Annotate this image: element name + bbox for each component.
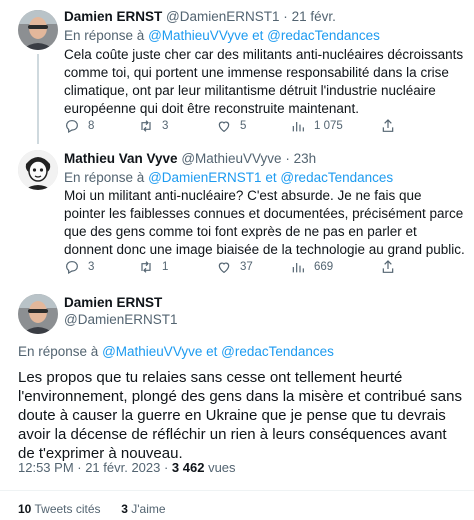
- retweet-button[interactable]: 3: [138, 118, 168, 134]
- reply-and: et: [206, 344, 218, 359]
- heart-icon: [218, 121, 230, 133]
- author-handle-text: @DamienERNST1: [64, 312, 178, 327]
- reply-context: En réponse à @MathieuVVyve et @redacTend…: [18, 344, 334, 359]
- views-count: 669: [314, 261, 334, 273]
- mention-link[interactable]: @MathieuVVyve: [102, 344, 202, 359]
- reply-prefix: En réponse à: [18, 344, 99, 359]
- tweet-damien-focused: Damien ERNST @DamienERNST1 En réponse à …: [0, 286, 474, 520]
- retweet-count: 1: [162, 261, 169, 273]
- author-name-text: Damien ERNST: [64, 295, 163, 310]
- tweet-date[interactable]: 21 févr.: [292, 9, 336, 24]
- avatar-damien-image: [18, 294, 58, 334]
- reply-button[interactable]: 3: [64, 259, 94, 275]
- views-label: vues: [204, 460, 236, 475]
- reply-and: et: [252, 28, 264, 43]
- author-handle[interactable]: @DamienERNST1: [64, 312, 177, 327]
- mention-link[interactable]: @DamienERNST1: [148, 170, 261, 185]
- avatar-damien[interactable]: [18, 294, 58, 334]
- mention-link[interactable]: @redacTendances: [221, 344, 334, 359]
- like-button[interactable]: 5: [216, 118, 246, 134]
- share-button[interactable]: [380, 259, 396, 275]
- tweet-damien-1[interactable]: Damien ERNST @DamienERNST1 · 21 févr. En…: [0, 0, 474, 144]
- reply-and: et: [265, 170, 277, 185]
- tweet-meta: 12:53 PM · 21 févr. 2023 · 3 462 vues: [18, 460, 236, 475]
- like-button[interactable]: 37: [216, 259, 253, 275]
- reply-count: 3: [88, 261, 95, 273]
- retweet-count: 3: [162, 120, 169, 132]
- tweet-header: Damien ERNST @DamienERNST1 · 21 févr.: [64, 9, 336, 24]
- engagement-stats: 10 Tweets cités 3 J'aime: [18, 502, 166, 516]
- like-count: 5: [240, 120, 247, 132]
- header-separator: ·: [283, 9, 288, 24]
- thread-connector-line: [37, 54, 39, 144]
- likes-label: J'aime: [131, 502, 166, 516]
- avatar-damien-image: [18, 10, 58, 50]
- quotes-count: 10: [18, 502, 32, 516]
- reply-button[interactable]: 8: [64, 118, 94, 134]
- tweet-actions: 8 3 5 1 075: [64, 118, 464, 134]
- views-button[interactable]: 669: [290, 259, 333, 275]
- tweet-mathieu[interactable]: Mathieu Van Vyve @MathieuVVyve · 23h En …: [0, 143, 474, 286]
- tweet-header: Mathieu Van Vyve @MathieuVVyve · 23h: [64, 151, 316, 166]
- retweet-icon: [141, 120, 151, 132]
- mention-link[interactable]: @MathieuVVyve: [148, 28, 248, 43]
- tweet-actions: 3 1 37 669: [64, 259, 464, 275]
- avatar-mathieu-image: [18, 150, 58, 190]
- retweet-button[interactable]: 1: [138, 259, 168, 275]
- likes-link[interactable]: 3 J'aime: [121, 502, 165, 516]
- views-count: 1 075: [314, 120, 343, 132]
- avatar-mathieu[interactable]: [18, 150, 58, 190]
- reply-context: En réponse à @MathieuVVyve et @redacTend…: [64, 28, 380, 43]
- mention-link[interactable]: @redacTendances: [267, 28, 380, 43]
- like-count: 37: [240, 261, 253, 273]
- tweet-text: Moi un militant anti-nucléaire? C'est ab…: [64, 188, 465, 257]
- retweet-icon: [141, 261, 151, 273]
- reply-prefix: En réponse à: [64, 28, 145, 43]
- author-name[interactable]: Mathieu Van Vyve: [64, 151, 178, 166]
- tweet-text: Cela coûte juste cher car des militants …: [64, 47, 464, 116]
- tweet-date[interactable]: 23h: [294, 151, 317, 166]
- reply-count: 8: [88, 120, 95, 132]
- reply-icon: [66, 120, 78, 134]
- reply-icon: [66, 261, 78, 275]
- header-separator: ·: [285, 151, 290, 166]
- quote-tweets-link[interactable]: 10 Tweets cités: [18, 502, 101, 516]
- avatar-damien[interactable]: [18, 10, 58, 50]
- views-count: 3 462: [171, 460, 205, 475]
- author-name[interactable]: Damien ERNST: [64, 295, 162, 310]
- mention-link[interactable]: @redacTendances: [280, 170, 393, 185]
- reply-context: En réponse à @DamienERNST1 et @redacTend…: [64, 170, 393, 185]
- author-handle[interactable]: @DamienERNST1: [166, 9, 279, 24]
- share-icon: [382, 260, 394, 273]
- divider: [0, 490, 474, 491]
- quotes-label: Tweets cités: [34, 502, 101, 516]
- author-handle[interactable]: @MathieuVVyve: [181, 151, 281, 166]
- tweet-timestamp[interactable]: 12:53 PM · 21 févr. 2023 ·: [18, 460, 172, 475]
- share-icon: [382, 119, 394, 132]
- views-icon: [292, 122, 304, 132]
- heart-icon: [218, 262, 230, 274]
- reply-prefix: En réponse à: [64, 170, 145, 185]
- views-button[interactable]: 1 075: [290, 118, 343, 134]
- views-icon: [292, 263, 304, 273]
- author-name[interactable]: Damien ERNST: [64, 9, 162, 24]
- likes-count: 3: [121, 502, 128, 516]
- share-button[interactable]: [380, 118, 396, 134]
- tweet-text: Les propos que tu relaies sans cesse ont…: [18, 369, 462, 462]
